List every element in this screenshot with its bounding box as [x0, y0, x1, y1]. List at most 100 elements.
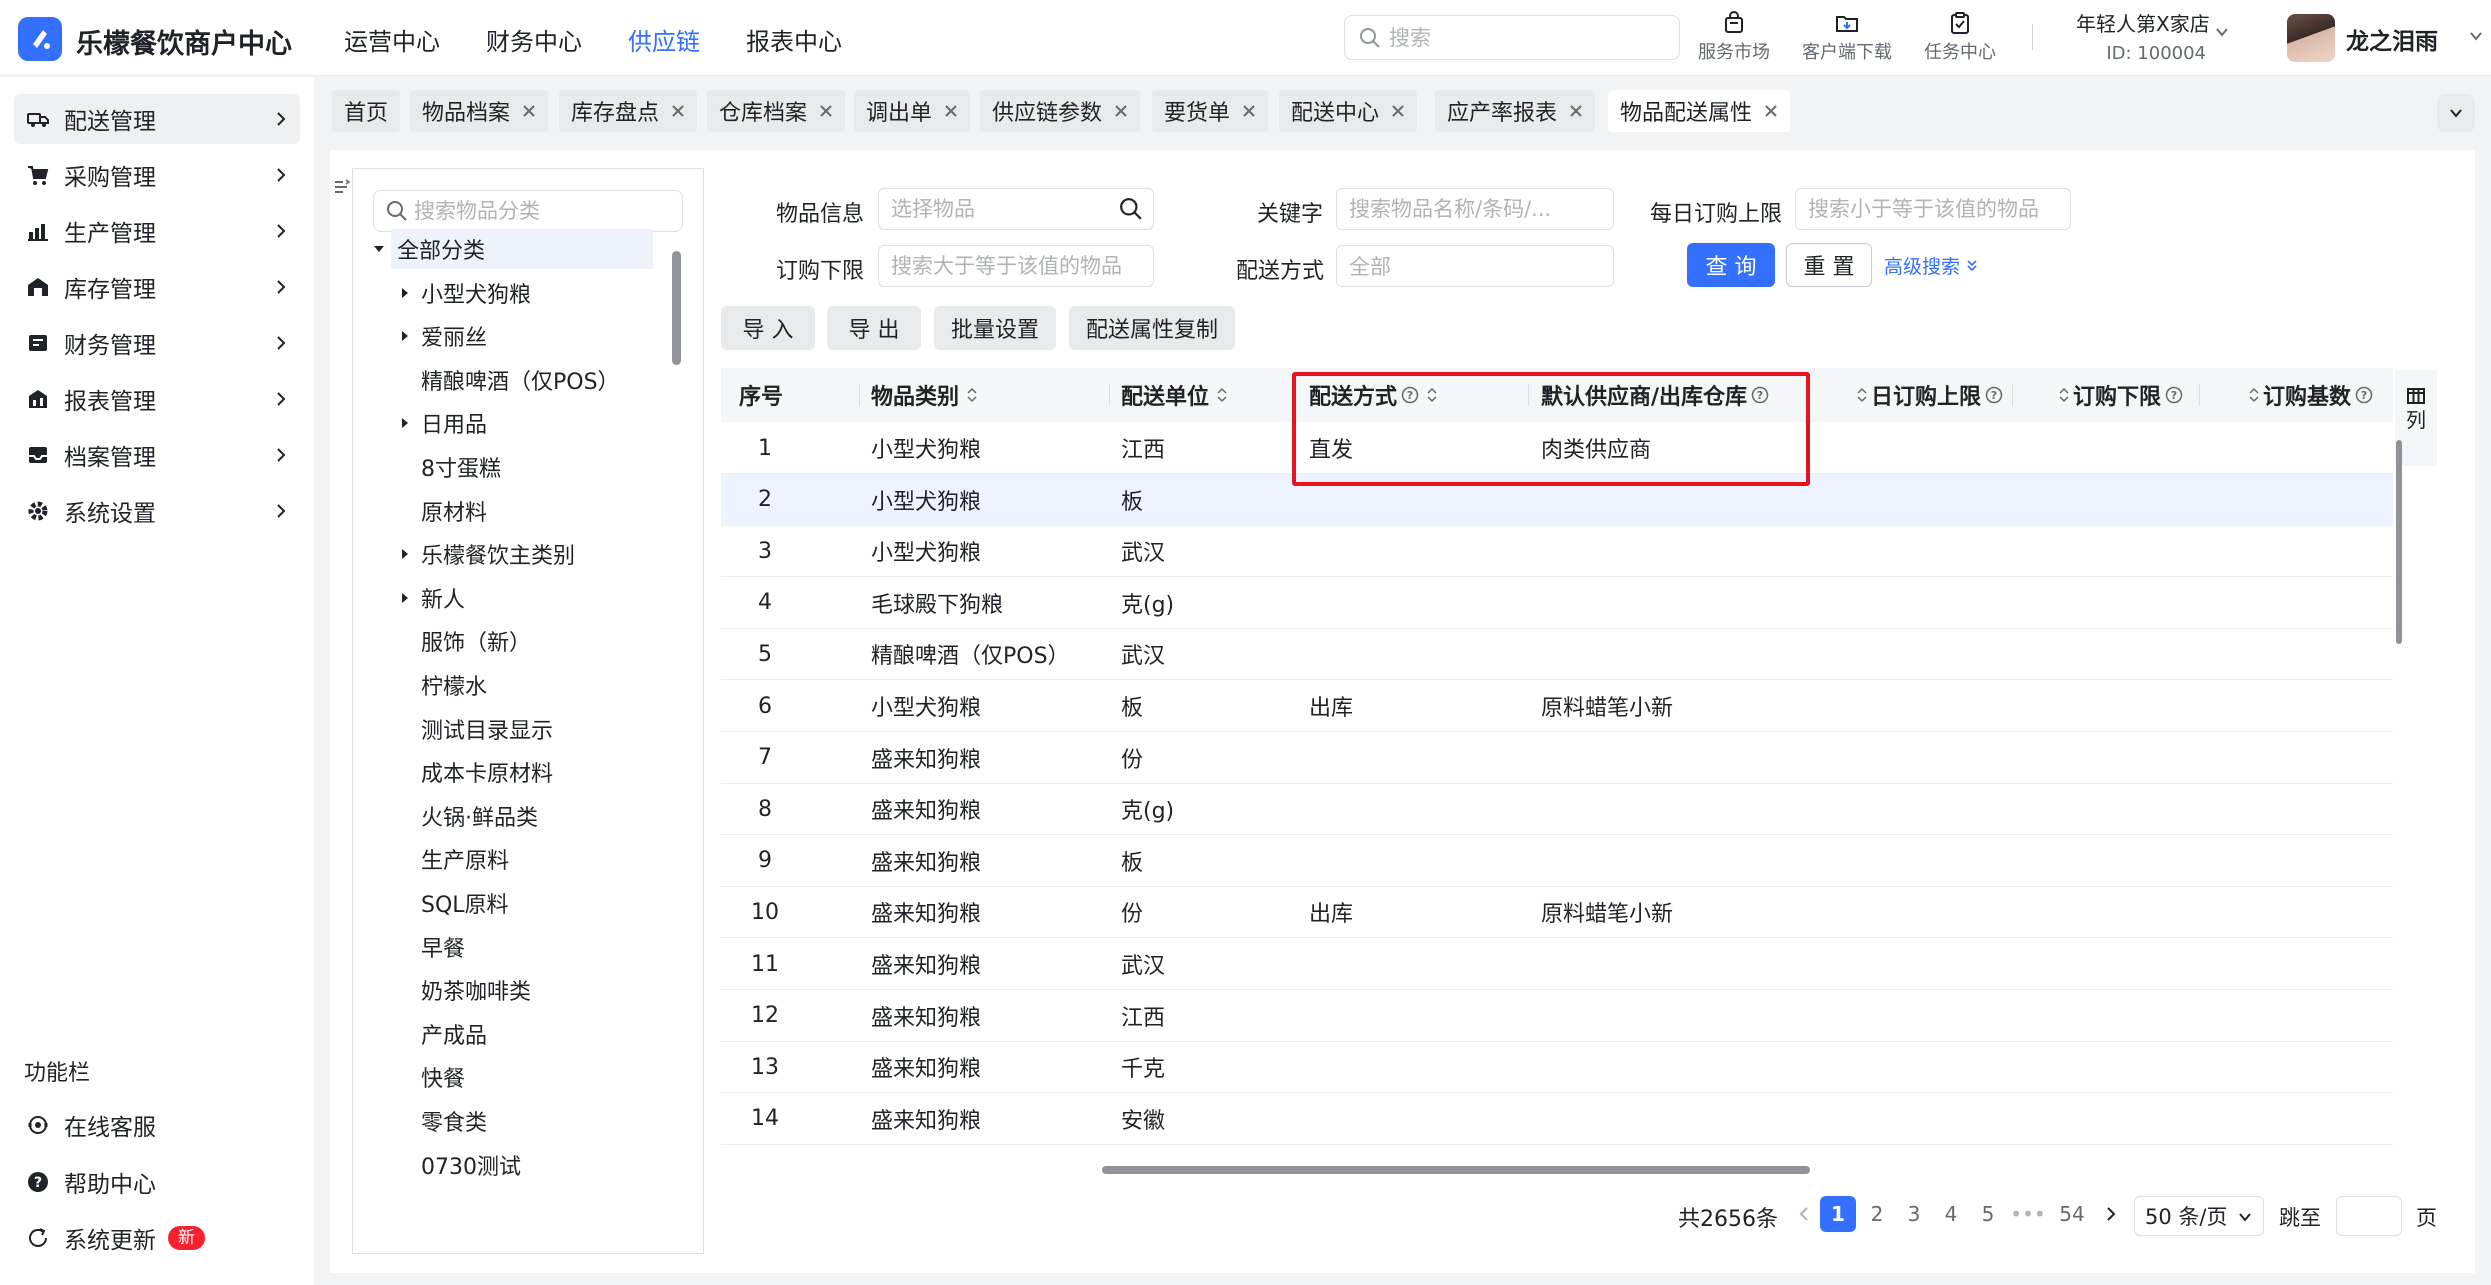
- tool-client-download[interactable]: 客户端下载: [1802, 10, 1892, 64]
- caret-down-icon[interactable]: [373, 243, 385, 255]
- table-row[interactable]: 13 盛来知狗粮 千克: [721, 1041, 2393, 1094]
- sidebar-item-finance[interactable]: 财务管理: [14, 318, 300, 368]
- sort-icon[interactable]: [2055, 386, 2073, 404]
- column-header-daily-limit[interactable]: 日订购上限?: [1849, 368, 2003, 422]
- table-row[interactable]: 11 盛来知狗粮 武汉: [721, 938, 2393, 990]
- table-row[interactable]: 3 小型犬狗粮 武汉: [721, 525, 2393, 578]
- tab-supply-params[interactable]: 供应链参数: [980, 90, 1141, 132]
- nav-supply-chain[interactable]: 供应链: [628, 22, 700, 57]
- pagination-page[interactable]: 54: [2054, 1196, 2090, 1232]
- tool-task-center[interactable]: 任务中心: [1924, 10, 1996, 64]
- tree-node[interactable]: 快餐: [415, 1057, 465, 1097]
- tab-item-archive[interactable]: 物品档案: [410, 90, 549, 132]
- close-icon[interactable]: [1242, 104, 1256, 118]
- function-system-update[interactable]: 系统更新 新: [14, 1213, 300, 1263]
- copy-delivery-attributes-button[interactable]: 配送属性复制: [1069, 306, 1235, 350]
- table-vertical-scrollbar[interactable]: [2396, 440, 2402, 644]
- tool-service-market[interactable]: 服务市场: [1698, 10, 1770, 64]
- nav-finance[interactable]: 财务中心: [486, 22, 582, 57]
- table-row[interactable]: 2 小型犬狗粮 板: [721, 473, 2393, 526]
- sort-icon[interactable]: [1423, 386, 1441, 404]
- close-icon[interactable]: [944, 104, 958, 118]
- close-icon[interactable]: [671, 104, 685, 118]
- sidebar-item-delivery[interactable]: 配送管理: [14, 94, 300, 144]
- sort-icon[interactable]: [1853, 386, 1871, 404]
- pagination-page[interactable]: 5: [1970, 1196, 2006, 1232]
- jump-input[interactable]: [2337, 1197, 2401, 1235]
- pagination-ellipsis[interactable]: •••: [2010, 1196, 2046, 1232]
- table-horizontal-scrollbar[interactable]: [1102, 1166, 1810, 1174]
- global-search-input[interactable]: [1389, 25, 1659, 50]
- export-button[interactable]: 导 出: [827, 306, 921, 350]
- table-row[interactable]: 5 精酿啤酒（仅POS） 武汉: [721, 628, 2393, 681]
- username[interactable]: 龙之泪雨: [2346, 22, 2438, 56]
- tree-node[interactable]: 成本卡原材料: [415, 752, 553, 792]
- pagination-next[interactable]: [2093, 1196, 2129, 1232]
- search-icon[interactable]: [1119, 197, 1143, 221]
- close-icon[interactable]: [522, 104, 536, 118]
- import-button[interactable]: 导 入: [721, 306, 815, 350]
- sort-icon[interactable]: [2245, 386, 2263, 404]
- table-row[interactable]: 1 小型犬狗粮 江西 直发 肉类供应商: [721, 422, 2393, 474]
- sidebar-item-settings[interactable]: 系统设置: [14, 486, 300, 536]
- collapse-panel-icon[interactable]: [333, 176, 351, 198]
- sidebar-item-purchase[interactable]: 采购管理: [14, 150, 300, 200]
- tree-node[interactable]: 乐檬餐饮主类别: [415, 534, 575, 574]
- sidebar-item-inventory[interactable]: 库存管理: [14, 262, 300, 312]
- sidebar-item-production[interactable]: 生产管理: [14, 206, 300, 256]
- close-icon[interactable]: [1391, 104, 1405, 118]
- tree-node[interactable]: 测试目录显示: [415, 709, 553, 749]
- close-icon[interactable]: [819, 104, 833, 118]
- sort-icon[interactable]: [1213, 386, 1231, 404]
- keyword-input[interactable]: [1349, 197, 1613, 221]
- table-row[interactable]: 10 盛来知狗粮 份 出库 原料蜡笔小新: [721, 886, 2393, 939]
- help-circle-icon[interactable]: ?: [2355, 386, 2373, 404]
- tree-node[interactable]: 火锅·鲜品类: [415, 796, 538, 836]
- column-header-category[interactable]: 物品类别: [871, 368, 981, 422]
- column-header-method[interactable]: 配送方式?: [1309, 368, 1441, 422]
- table-row[interactable]: 7 盛来知狗粮 份: [721, 732, 2393, 784]
- sort-icon[interactable]: [963, 386, 981, 404]
- pagination-page[interactable]: 4: [1933, 1196, 1969, 1232]
- pagination-page[interactable]: 3: [1896, 1196, 1932, 1232]
- avatar[interactable]: [2287, 14, 2335, 62]
- function-help-center[interactable]: ? 帮助中心: [14, 1157, 300, 1207]
- tree-node[interactable]: SQL原料: [415, 883, 509, 923]
- reset-button[interactable]: 重 置: [1786, 243, 1872, 287]
- batch-settings-button[interactable]: 批量设置: [934, 306, 1056, 350]
- chevron-down-icon[interactable]: [2468, 28, 2484, 44]
- table-row[interactable]: 8 盛来知狗粮 克(g): [721, 783, 2393, 836]
- sidebar-item-reports[interactable]: 报表管理: [14, 374, 300, 424]
- help-circle-icon[interactable]: ?: [1401, 386, 1419, 404]
- tabs-dropdown-button[interactable]: [2437, 94, 2475, 132]
- tree-node[interactable]: 柠檬水: [415, 665, 487, 705]
- table-row[interactable]: 9 盛来知狗粮 板: [721, 835, 2393, 887]
- close-icon[interactable]: [1764, 104, 1778, 118]
- nav-reports[interactable]: 报表中心: [746, 22, 842, 57]
- help-circle-icon[interactable]: ?: [1985, 386, 2003, 404]
- tree-node[interactable]: 早餐: [415, 927, 465, 967]
- caret-right-icon[interactable]: [399, 592, 411, 604]
- tree-node[interactable]: 奶茶咖啡类: [415, 970, 531, 1010]
- tree-node[interactable]: 精酿啤酒（仅POS）: [415, 360, 620, 400]
- tree-node[interactable]: 产成品: [415, 1014, 487, 1054]
- daily-limit-input[interactable]: [1808, 197, 2070, 221]
- query-button[interactable]: 查 询: [1687, 243, 1775, 287]
- category-search-input[interactable]: [414, 199, 674, 223]
- tree-node[interactable]: 日用品: [415, 403, 487, 443]
- tab-item-delivery-attributes[interactable]: 物品配送属性: [1608, 90, 1791, 132]
- tree-node[interactable]: 8寸蛋糕: [415, 447, 501, 487]
- caret-right-icon[interactable]: [399, 287, 411, 299]
- tree-node[interactable]: 小型犬狗粮: [415, 273, 531, 313]
- order-min-input[interactable]: [891, 254, 1153, 278]
- tree-node[interactable]: 0730测试: [415, 1145, 521, 1185]
- caret-right-icon[interactable]: [399, 417, 411, 429]
- tree-node[interactable]: 生产原料: [415, 839, 509, 879]
- tree-node[interactable]: 零食类: [415, 1101, 487, 1141]
- advanced-search-link[interactable]: 高级搜索: [1884, 252, 1978, 279]
- tree-node[interactable]: 原材料: [415, 491, 487, 531]
- tab-home[interactable]: 首页: [332, 90, 401, 132]
- tree-node[interactable]: 全部分类: [391, 229, 653, 269]
- tree-node[interactable]: 服饰（新）: [415, 621, 531, 661]
- table-row[interactable]: 4 毛球殿下狗粮 克(g): [721, 577, 2393, 629]
